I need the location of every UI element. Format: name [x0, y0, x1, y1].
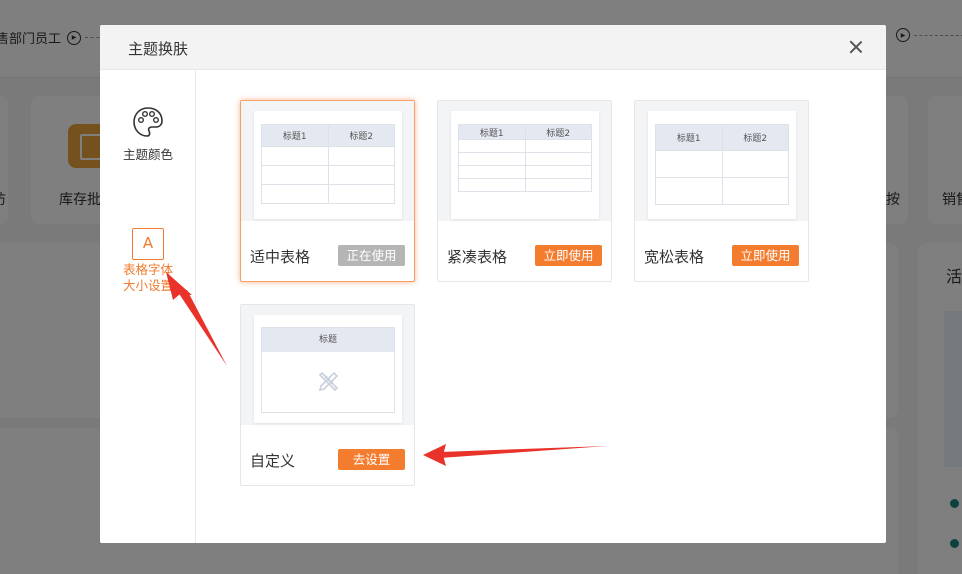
dialog-header: 主题换肤	[100, 25, 886, 70]
theme-card-custom[interactable]: 标题 自定义 去设置	[240, 304, 415, 486]
sidebar-item-theme-color[interactable]: 主题颜色	[100, 105, 196, 163]
preview-header-cell: 标题2	[524, 124, 592, 140]
theme-preview: 标题1 标题2	[635, 101, 808, 221]
preview-table: 标题	[261, 327, 395, 413]
theme-card-compact[interactable]: 标题1 标题2 紧凑表格 立即使用	[437, 100, 612, 282]
preview-table: 标题1 标题2	[655, 124, 789, 205]
pencil-ruler-icon	[318, 371, 339, 392]
theme-name: 自定义	[250, 452, 296, 470]
sidebar-item-label: 主题颜色	[122, 147, 173, 162]
theme-card-medium[interactable]: 标题1 标题2 适中表格 正在使用	[240, 100, 415, 282]
theme-name: 宽松表格	[644, 248, 705, 266]
theme-preview: 标题	[241, 305, 414, 425]
apply-button[interactable]: 立即使用	[732, 245, 799, 266]
preview-header-cell: 标题2	[327, 124, 395, 147]
preview-header-cell: 标题	[262, 328, 394, 352]
sidebar-item-label: 表格字体	[122, 262, 173, 277]
dialog-title: 主题换肤	[128, 40, 189, 58]
theme-preview: 标题1 标题2	[241, 101, 414, 221]
font-size-icon: A	[132, 228, 164, 260]
theme-preview: 标题1 标题2	[438, 101, 611, 221]
theme-name: 适中表格	[250, 248, 311, 266]
sidebar-item-table-font-size[interactable]: A 表格字体 大小设置	[100, 228, 196, 294]
preview-header-cell: 标题1	[261, 124, 329, 147]
dialog-sidebar: 主题颜色 A 表格字体 大小设置	[100, 70, 196, 543]
close-icon[interactable]	[848, 39, 864, 55]
preview-header-cell: 标题1	[458, 124, 526, 140]
palette-icon	[133, 107, 163, 137]
theme-card-loose[interactable]: 标题1 标题2 宽松表格 立即使用	[634, 100, 809, 282]
sidebar-item-label: 大小设置	[122, 278, 173, 293]
theme-skin-dialog: 主题换肤 主题颜色 A 表格字体 大小设置 标题1 标题2 适中表格 正在使用 …	[100, 25, 886, 543]
theme-name: 紧凑表格	[447, 248, 508, 266]
apply-button[interactable]: 立即使用	[535, 245, 602, 266]
go-settings-button[interactable]: 去设置	[338, 449, 405, 470]
in-use-button[interactable]: 正在使用	[338, 245, 405, 266]
preview-table: 标题1 标题2	[458, 124, 592, 192]
preview-header-cell: 标题2	[721, 124, 789, 151]
preview-header-cell: 标题1	[655, 124, 723, 151]
preview-table: 标题1 标题2	[261, 124, 395, 204]
